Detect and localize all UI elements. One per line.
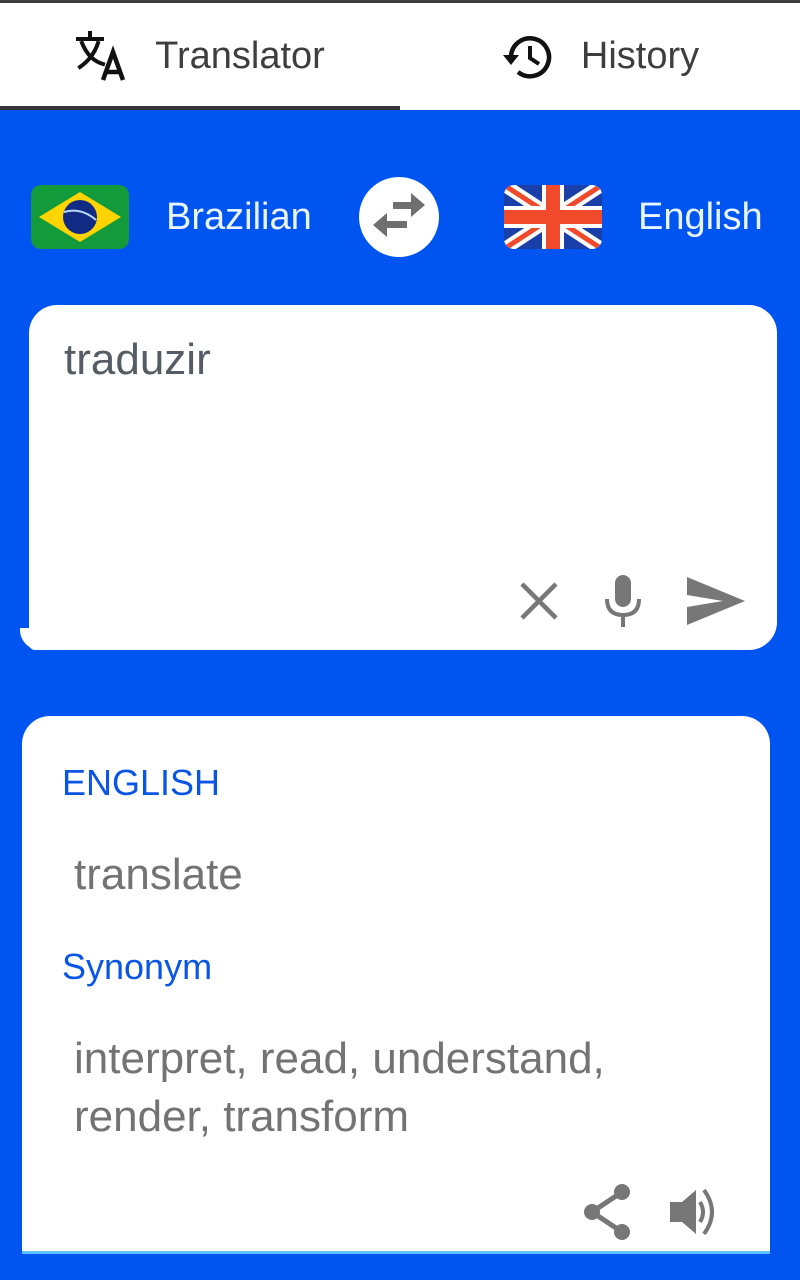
microphone-icon[interactable] (601, 573, 645, 629)
output-card: ENGLISH translate Synonym interpret, rea… (22, 716, 770, 1254)
tab-translator-label: Translator (155, 35, 325, 77)
tab-translator[interactable]: Translator (0, 3, 400, 110)
output-language-heading: ENGLISH (62, 762, 221, 803)
swap-languages-button[interactable] (359, 177, 439, 257)
clear-icon[interactable] (517, 579, 561, 623)
swap-arrows-icon (369, 185, 429, 250)
share-icon[interactable] (580, 1182, 636, 1242)
tab-bar: Translator History (0, 3, 800, 110)
source-text-input[interactable]: traduzir (64, 335, 211, 385)
language-selector: Brazilian English (0, 170, 800, 270)
target-language-label[interactable]: English (638, 196, 763, 239)
tab-history-label: History (580, 35, 700, 77)
uk-flag-icon[interactable] (504, 185, 602, 249)
translation-text: translate (74, 850, 243, 899)
translate-icon (75, 30, 129, 84)
brazil-flag-icon[interactable] (31, 185, 129, 249)
history-icon (501, 30, 555, 84)
speaker-icon[interactable] (666, 1184, 722, 1240)
input-actions (517, 573, 747, 629)
source-language-label[interactable]: Brazilian (166, 196, 312, 239)
synonym-heading: Synonym (62, 946, 213, 987)
synonyms-text: interpret, read, understand, render, tra… (74, 1034, 605, 1141)
tab-history[interactable]: History (400, 3, 800, 110)
send-icon[interactable] (685, 575, 747, 627)
output-actions (580, 1182, 722, 1242)
input-card[interactable]: traduzir (29, 305, 777, 650)
